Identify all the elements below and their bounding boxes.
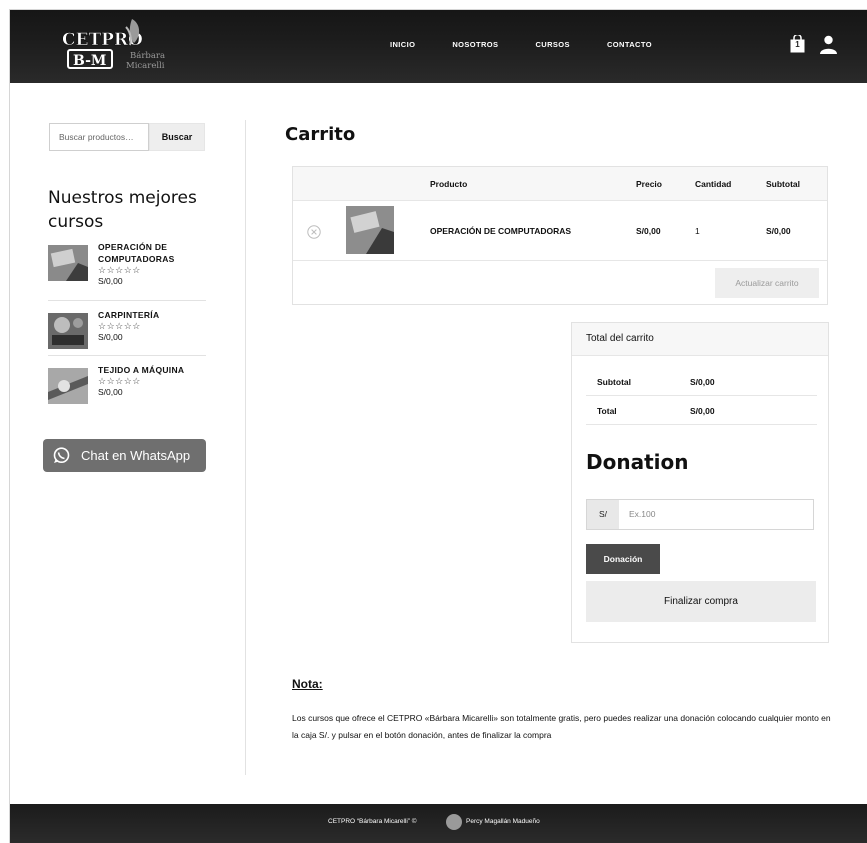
product-thumbnail[interactable] [48,313,88,349]
cart-item-price: S/0,00 [636,226,661,236]
cart-item-quantity[interactable]: 1 [695,226,700,236]
sidebar-product[interactable]: TEJIDO A MÁQUINA ☆☆☆☆☆ S/0,00 [48,364,206,418]
note-text: Los cursos que ofrece el CETPRO «Bárbara… [292,713,831,740]
product-name[interactable]: OPERACIÓN DE COMPUTADORAS [98,241,208,265]
totals-value: S/0,00 [690,377,715,387]
remove-item-icon[interactable] [307,225,321,239]
site-footer: CETPRO “Bárbara Micarelli” © Percy Magal… [10,804,867,843]
totals-label: Subtotal [597,377,631,387]
product-price: S/0,00 [98,276,123,286]
totals-row-total: Total S/0,00 [586,396,817,425]
site-logo[interactable]: CETPRO B-M Bárbara Micarelli [60,17,180,73]
divider [48,300,206,301]
col-header-quantity: Cantidad [695,179,732,189]
logo-name-2: Micarelli [126,61,165,71]
logo-name-1: Bárbara [130,50,165,61]
donation-amount-input[interactable]: Ex.100 [619,499,814,530]
cart-totals-header: Total del carrito [572,323,828,356]
cart-count: 1 [795,40,800,49]
product-search-input[interactable]: Buscar productos… [49,123,149,151]
sidebar-product[interactable]: OPERACIÓN DE COMPUTADORAS ☆☆☆☆☆ S/0,00 [48,241,206,295]
nav-cursos[interactable]: CURSOS [535,40,570,49]
cart-item-row: OPERACIÓN DE COMPUTADORAS S/0,00 1 S/0,0… [293,201,827,261]
product-name[interactable]: CARPINTERÍA [98,309,208,321]
whatsapp-chat-button[interactable]: Chat en WhatsApp [43,439,206,472]
product-thumbnail[interactable] [48,368,88,404]
sidebar-divider [245,120,246,775]
main-nav: INICIO NOSOTROS CURSOS CONTACTO [390,40,689,49]
logo-initials: B-M [73,53,106,69]
footer-author[interactable]: Percy Magallán Madueño [466,818,540,825]
nav-inicio[interactable]: INICIO [390,40,415,49]
user-icon[interactable] [819,35,838,54]
cart-item-subtotal: S/0,00 [766,226,791,236]
page-title: Carrito [285,124,356,145]
donation-button[interactable]: Donación [586,544,660,574]
cart-totals: Total del carrito Subtotal S/0,00 Total … [571,322,829,643]
rating-stars: ☆☆☆☆☆ [98,265,141,275]
cart-icon[interactable]: 1 [790,33,805,53]
totals-row-subtotal: Subtotal S/0,00 [586,367,817,396]
checkout-button[interactable]: Finalizar compra [586,581,816,622]
page: CETPRO B-M Bárbara Micarelli INICIO NOSO… [10,10,867,843]
author-avatar [446,814,462,830]
totals-label: Total [597,406,617,416]
cart-table: Producto Precio Cantidad Subtotal OPERAC… [292,166,828,305]
nav-nosotros[interactable]: NOSOTROS [452,40,498,49]
note-title: Nota: [292,677,323,691]
divider [48,355,206,356]
cart-totals-title: Total del carrito [586,333,654,344]
whatsapp-icon [53,447,70,463]
cart-table-header: Producto Precio Cantidad Subtotal [293,167,827,201]
donation-currency: S/ [586,499,620,530]
product-price: S/0,00 [98,332,123,342]
rating-stars: ☆☆☆☆☆ [98,321,141,331]
search-button[interactable]: Buscar [149,123,205,151]
update-cart-button[interactable]: Actualizar carrito [715,268,819,298]
site-header: CETPRO B-M Bárbara Micarelli INICIO NOSO… [10,10,867,83]
col-header-subtotal: Subtotal [766,179,800,189]
sidebar: Buscar productos… Buscar Nuestros mejore… [10,83,246,783]
totals-value: S/0,00 [690,406,715,416]
product-thumbnail[interactable] [48,245,88,281]
footer-copyright: CETPRO “Bárbara Micarelli” © [328,818,417,825]
product-name[interactable]: TEJIDO A MÁQUINA [98,364,208,376]
cart-item-thumbnail[interactable] [346,206,394,254]
rating-stars: ☆☆☆☆☆ [98,376,141,386]
product-price: S/0,00 [98,387,123,397]
donation-title: Donation [586,450,689,474]
col-header-product: Producto [430,179,468,189]
cart-item-name[interactable]: OPERACIÓN DE COMPUTADORAS [430,226,571,236]
col-header-price: Precio [636,179,662,189]
best-courses-title: Nuestros mejores cursos [48,188,197,232]
nav-contacto[interactable]: CONTACTO [607,40,652,49]
whatsapp-label: Chat en WhatsApp [81,448,191,463]
